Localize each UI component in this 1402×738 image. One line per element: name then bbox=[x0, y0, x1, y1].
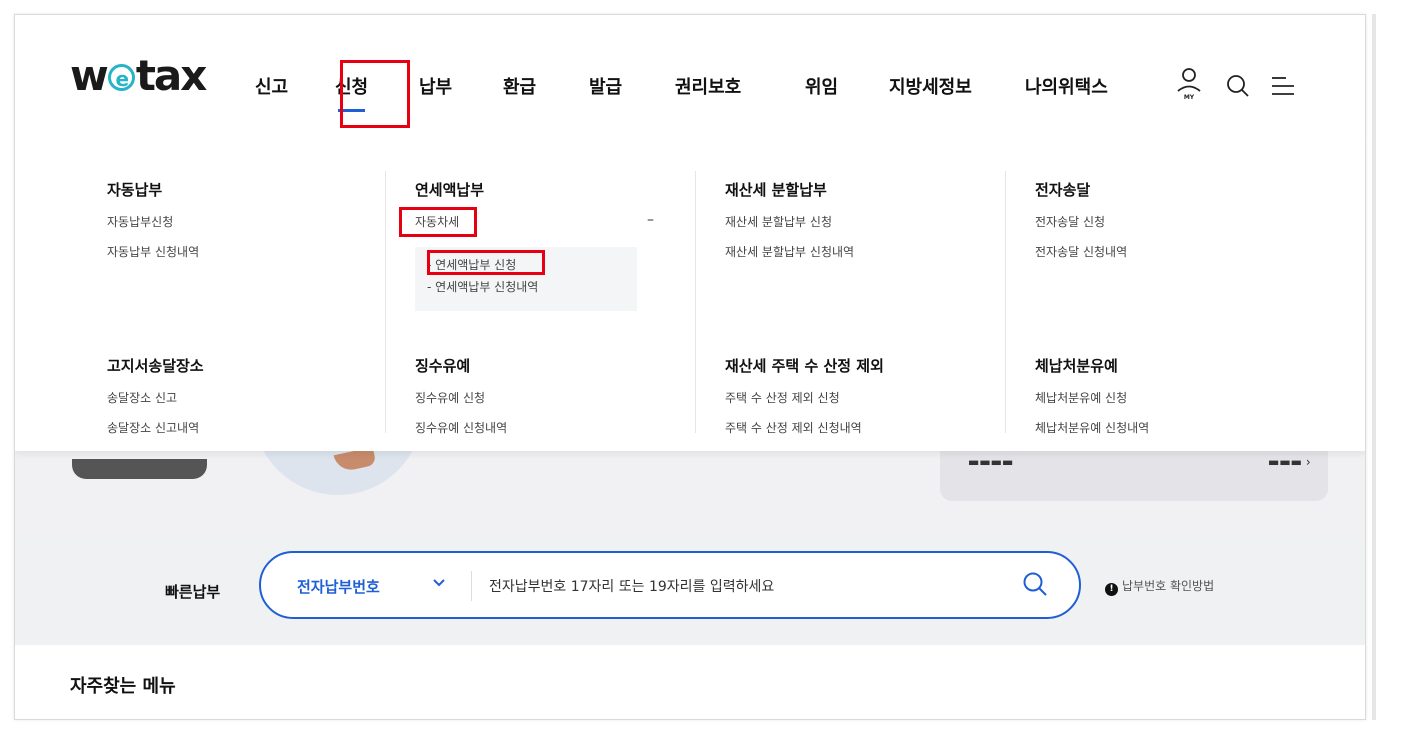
notice-card[interactable]: ▬▬▬▬ ▬▬▬ › bbox=[940, 451, 1328, 501]
my-user-icon[interactable]: MY bbox=[1175, 67, 1203, 105]
link-deferral-apply[interactable]: 징수유예 신청 bbox=[415, 389, 507, 406]
logo-text-right: tax bbox=[135, 51, 208, 100]
nav-local-tax-info[interactable]: 지방세정보 bbox=[889, 73, 972, 99]
nav-delegation[interactable]: 위임 bbox=[805, 73, 838, 99]
link-auto-pay-apply[interactable]: 자동납부신청 bbox=[107, 213, 199, 230]
section-title: 고지서송달장소 bbox=[107, 357, 204, 375]
link-e-delivery-apply[interactable]: 전자송달 신청 bbox=[1035, 213, 1127, 230]
link-e-delivery-history[interactable]: 전자송달 신청내역 bbox=[1035, 243, 1127, 260]
payment-number-input[interactable] bbox=[487, 571, 991, 603]
menu-section-disposition-deferral: 체납처분유예 체납처분유예 신청 체납처분유예 신청내역 bbox=[1035, 355, 1149, 436]
section-title: 자동납부 bbox=[107, 181, 163, 199]
column-divider bbox=[695, 171, 696, 433]
link-property-installment-apply[interactable]: 재산세 분할납부 신청 bbox=[725, 213, 854, 230]
quick-pay-section: 빠른납부 전자납부번호 ! 납부번호 확인방법 bbox=[15, 535, 1365, 645]
link-annual-pay-history[interactable]: - 연세액납부 신청내역 bbox=[427, 278, 538, 295]
menu-section-collection-deferral: 징수유예 징수유예 신청 징수유예 신청내역 bbox=[415, 355, 507, 436]
scrollbar[interactable] bbox=[1372, 14, 1376, 720]
menu-icon[interactable] bbox=[1270, 75, 1296, 101]
quick-pay-label: 빠른납부 bbox=[165, 583, 221, 601]
highlight-annual-pay-apply bbox=[427, 250, 545, 275]
link-delivery-address-report[interactable]: 송달장소 신고 bbox=[107, 389, 204, 406]
info-icon: ! bbox=[1105, 583, 1118, 596]
chevron-down-icon[interactable] bbox=[431, 575, 447, 595]
menu-section-property-installment: 재산세 분할납부 재산세 분할납부 신청 재산세 분할납부 신청내역 bbox=[725, 179, 854, 260]
notice-card-label: ▬▬▬▬ bbox=[968, 455, 1014, 469]
nav-refund[interactable]: 환급 bbox=[503, 73, 536, 99]
menu-section-housing-exclusion: 재산세 주택 수 산정 제외 주택 수 산정 제외 신청 주택 수 산정 제외 … bbox=[725, 355, 884, 436]
hero-button[interactable] bbox=[72, 459, 207, 479]
browser-viewport: ▬▬▬▬ ▬▬▬ › w e tax 신고 신청 납부 환급 발급 권리보호 위임 … bbox=[14, 14, 1366, 720]
menu-section-notice-address: 고지서송달장소 송달장소 신고 송달장소 신고내역 bbox=[107, 355, 204, 436]
collapse-icon[interactable]: – bbox=[647, 212, 654, 228]
menu-section-auto-pay: 자동납부 자동납부신청 자동납부 신청내역 bbox=[107, 179, 199, 260]
link-housing-exclusion-history[interactable]: 주택 수 산정 제외 신청내역 bbox=[725, 419, 884, 436]
help-text: 납부번호 확인방법 bbox=[1122, 579, 1215, 593]
column-divider bbox=[385, 171, 386, 433]
column-divider bbox=[1005, 171, 1006, 433]
wetax-logo[interactable]: w e tax bbox=[70, 55, 207, 97]
search-icon[interactable] bbox=[1225, 73, 1251, 103]
notice-card-more[interactable]: ▬▬▬ › bbox=[1268, 455, 1311, 469]
section-title: 체납처분유예 bbox=[1035, 357, 1118, 375]
logo-e-circle: e bbox=[107, 64, 135, 91]
nav-my-wetax[interactable]: 나의위택스 bbox=[1025, 73, 1108, 99]
quick-pay-search-box: 전자납부번호 bbox=[259, 551, 1081, 619]
my-badge: MY bbox=[1184, 94, 1195, 101]
section-title: 재산세 주택 수 산정 제외 bbox=[725, 357, 884, 375]
section-title: 재산세 분할납부 bbox=[725, 181, 827, 199]
nav-payment[interactable]: 납부 bbox=[419, 73, 452, 99]
logo-text-left: w bbox=[70, 51, 109, 100]
frequent-menu-section: 자주찾는 메뉴 bbox=[15, 645, 1365, 719]
nav-issue[interactable]: 발급 bbox=[589, 73, 622, 99]
link-auto-pay-history[interactable]: 자동납부 신청내역 bbox=[107, 243, 199, 260]
link-disposition-deferral-history[interactable]: 체납처분유예 신청내역 bbox=[1035, 419, 1149, 436]
menu-section-e-delivery: 전자송달 전자송달 신청 전자송달 신청내역 bbox=[1035, 179, 1127, 260]
search-icon[interactable] bbox=[1021, 570, 1049, 602]
nav-report[interactable]: 신고 bbox=[255, 73, 288, 99]
section-title: 연세액납부 bbox=[415, 181, 485, 199]
section-title: 전자송달 bbox=[1035, 181, 1091, 199]
link-delivery-address-history[interactable]: 송달장소 신고내역 bbox=[107, 419, 204, 436]
frequent-menu-title: 자주찾는 메뉴 bbox=[70, 676, 176, 697]
nav-rights[interactable]: 권리보호 bbox=[675, 73, 741, 99]
site-header: w e tax 신고 신청 납부 환급 발급 권리보호 위임 지방세정보 나의위택스… bbox=[15, 15, 1365, 138]
mega-menu-apply: 자동납부 자동납부신청 자동납부 신청내역 연세액납부 자동차세 – - 연세액… bbox=[15, 137, 1365, 451]
payment-type-select[interactable]: 전자납부번호 bbox=[297, 576, 380, 597]
highlight-car-tax bbox=[399, 207, 477, 237]
link-deferral-history[interactable]: 징수유예 신청내역 bbox=[415, 419, 507, 436]
link-housing-exclusion-apply[interactable]: 주택 수 산정 제외 신청 bbox=[725, 389, 884, 406]
section-title: 징수유예 bbox=[415, 357, 471, 375]
highlight-nav-apply bbox=[340, 60, 410, 128]
payment-number-help-link[interactable]: ! 납부번호 확인방법 bbox=[1105, 577, 1214, 596]
divider bbox=[471, 571, 472, 601]
link-disposition-deferral-apply[interactable]: 체납처분유예 신청 bbox=[1035, 389, 1149, 406]
link-property-installment-history[interactable]: 재산세 분할납부 신청내역 bbox=[725, 243, 854, 260]
